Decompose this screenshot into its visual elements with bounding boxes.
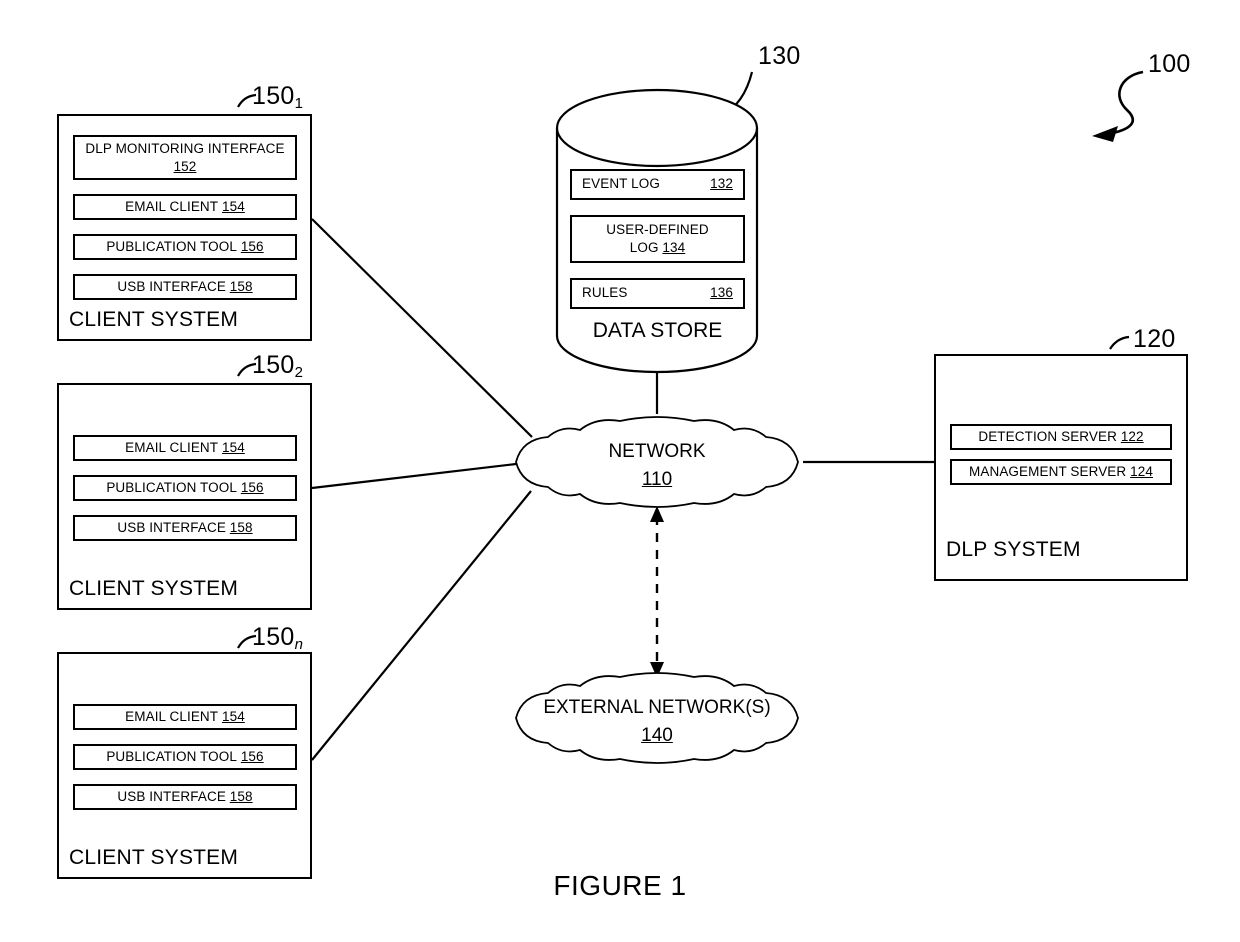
module-label: DETECTION SERVER xyxy=(978,428,1117,444)
module-email-client[interactable]: EMAIL CLIENT 154 xyxy=(73,435,297,461)
module-usb-interface[interactable]: USB INTERFACE 158 xyxy=(73,274,297,300)
module-publication-tool[interactable]: PUBLICATION TOOL 156 xyxy=(73,234,297,260)
callout-150-1: 1501 xyxy=(252,82,304,112)
module-ref: 136 xyxy=(710,285,733,301)
module-label: PUBLICATION TOOL xyxy=(106,748,237,764)
module-ref: 158 xyxy=(229,278,253,294)
module-label: DLP MONITORING INTERFACE xyxy=(85,140,285,156)
module-management-server[interactable]: MANAGEMENT SERVER 124 xyxy=(950,459,1172,485)
network-ref: 110 xyxy=(641,468,673,490)
module-usb-interface[interactable]: USB INTERFACE 158 xyxy=(73,784,297,810)
module-usb-interface[interactable]: USB INTERFACE 158 xyxy=(73,515,297,541)
client-system-n[interactable]: EMAIL CLIENT 154 PUBLICATION TOOL 156 US… xyxy=(57,652,312,879)
figure-caption: FIGURE 1 xyxy=(553,870,687,901)
module-event-log[interactable]: EVENT LOG 132 xyxy=(570,169,745,200)
module-ref: 156 xyxy=(240,479,264,495)
arrowhead-system-100 xyxy=(1092,126,1118,142)
client-system-n-title: CLIENT SYSTEM xyxy=(69,846,239,869)
wire-client1-network xyxy=(311,218,533,438)
module-label: RULES xyxy=(582,285,628,301)
module-label: EVENT LOG xyxy=(582,176,660,192)
module-publication-tool[interactable]: PUBLICATION TOOL 156 xyxy=(73,744,297,770)
module-detection-server[interactable]: DETECTION SERVER 122 xyxy=(950,424,1172,450)
module-user-defined-log[interactable]: USER-DEFINED LOG 134 xyxy=(570,215,745,263)
data-store[interactable]: EVENT LOG 132 USER-DEFINED LOG 134 RULES… xyxy=(550,82,765,382)
module-ref: 134 xyxy=(662,240,686,255)
patent-figure-1: 100 1501 DLP MONITORING INTERFACE 152 EM… xyxy=(0,0,1240,942)
network-label: NETWORK 110 xyxy=(508,438,806,493)
network-cloud[interactable]: NETWORK 110 xyxy=(508,412,806,512)
module-ref: 154 xyxy=(222,708,245,724)
module-label: USB INTERFACE xyxy=(117,788,226,804)
module-label: EMAIL CLIENT xyxy=(125,439,219,455)
module-label: EMAIL CLIENT xyxy=(125,708,219,724)
wire-client3-network xyxy=(311,490,532,761)
module-rules[interactable]: RULES 136 xyxy=(570,278,745,309)
module-ref: 156 xyxy=(240,238,264,254)
module-ref: 154 xyxy=(222,198,245,214)
module-ref: 132 xyxy=(710,176,733,192)
module-label: USB INTERFACE xyxy=(117,278,226,294)
leader-callout-120 xyxy=(1109,335,1130,350)
module-label: EMAIL CLIENT xyxy=(125,198,219,214)
network-name: NETWORK xyxy=(608,441,706,462)
module-publication-tool[interactable]: PUBLICATION TOOL 156 xyxy=(73,475,297,501)
module-label: MANAGEMENT SERVER xyxy=(969,463,1127,479)
module-ref: 124 xyxy=(1130,463,1153,479)
module-dlp-monitoring-interface[interactable]: DLP MONITORING INTERFACE 152 xyxy=(73,135,297,180)
module-label: USB INTERFACE xyxy=(117,519,226,535)
module-ref: 152 xyxy=(173,158,197,174)
client-system-2[interactable]: EMAIL CLIENT 154 PUBLICATION TOOL 156 US… xyxy=(57,383,312,610)
data-store-title: DATA STORE xyxy=(592,319,723,342)
module-ref: 154 xyxy=(222,439,245,455)
callout-150-n: 150n xyxy=(252,623,304,653)
module-label: PUBLICATION TOOL xyxy=(106,238,237,254)
module-email-client[interactable]: EMAIL CLIENT 154 xyxy=(73,194,297,220)
callout-120: 120 xyxy=(1133,325,1176,353)
external-network-cloud[interactable]: EXTERNAL NETWORK(S) 140 xyxy=(508,668,806,768)
module-label: USER-DEFINED xyxy=(606,222,709,238)
callout-150-2: 1502 xyxy=(252,351,304,381)
external-network-label: EXTERNAL NETWORK(S) 140 xyxy=(508,694,806,749)
callout-100: 100 xyxy=(1148,50,1191,78)
callout-130: 130 xyxy=(758,42,801,70)
module-label-line2: LOG 134 xyxy=(629,240,686,255)
module-ref: 158 xyxy=(229,788,253,804)
external-network-ref: 140 xyxy=(641,724,673,746)
client-system-1-title: CLIENT SYSTEM xyxy=(69,308,239,331)
module-label: PUBLICATION TOOL xyxy=(106,479,237,495)
dlp-system-title: DLP SYSTEM xyxy=(946,538,1081,561)
client-system-1[interactable]: DLP MONITORING INTERFACE 152 EMAIL CLIEN… xyxy=(57,114,312,341)
module-ref: 156 xyxy=(240,748,264,764)
dlp-system[interactable]: DETECTION SERVER 122 MANAGEMENT SERVER 1… xyxy=(934,354,1188,581)
module-ref: 122 xyxy=(1120,428,1144,444)
external-network-name: EXTERNAL NETWORK(S) xyxy=(543,697,771,718)
module-ref: 158 xyxy=(229,519,253,535)
leader-callout-100 xyxy=(1107,70,1144,136)
module-email-client[interactable]: EMAIL CLIENT 154 xyxy=(73,704,297,730)
client-system-2-title: CLIENT SYSTEM xyxy=(69,577,239,600)
wire-client2-network xyxy=(311,462,517,490)
